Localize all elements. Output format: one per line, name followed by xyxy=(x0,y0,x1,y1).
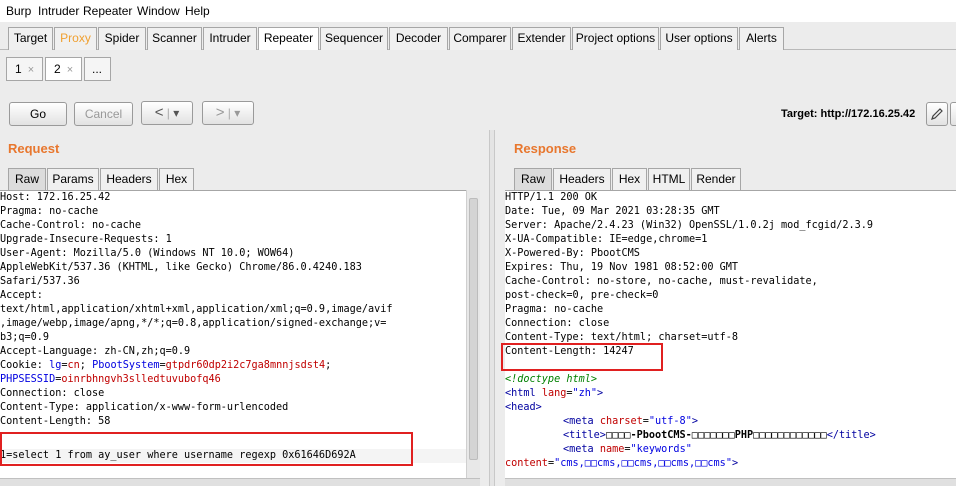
request-line: Connection: close xyxy=(0,388,105,399)
forward-button[interactable]: > | ▾ xyxy=(202,101,254,125)
meta-charset-line: <meta charset="utf-8"> xyxy=(563,416,698,427)
response-line: Connection: close xyxy=(505,318,610,329)
tab-project-options[interactable]: Project options xyxy=(572,27,659,50)
request-panel: Request Raw Params Headers Hex Host: 172… xyxy=(0,130,489,486)
response-line: Pragma: no-cache xyxy=(505,304,604,315)
menu-burp[interactable]: Burp xyxy=(6,4,31,18)
request-line: AppleWebKit/537.36 (KHTML, like Gecko) C… xyxy=(0,262,362,273)
response-line: X-UA-Compatible: IE=edge,chrome=1 xyxy=(505,234,708,245)
tab-spider[interactable]: Spider xyxy=(98,27,146,50)
repeater-tab-bar: 1 × 2 × ... xyxy=(0,50,956,82)
tab-comparer[interactable]: Comparer xyxy=(449,27,511,50)
request-line: User-Agent: Mozilla/5.0 (Windows NT 10.0… xyxy=(0,248,295,259)
response-line: Cache-Control: no-store, no-cache, must-… xyxy=(505,276,818,287)
menu-window[interactable]: Window xyxy=(137,4,180,18)
response-tab-raw[interactable]: Raw xyxy=(514,168,552,190)
request-line: Content-Type: application/x-www-form-url… xyxy=(0,402,289,413)
main-tab-bar: Target Proxy Spider Scanner Intruder Rep… xyxy=(0,22,956,51)
cookie-line-continued: PHPSESSID=oinrbhngvh3slledtuvubofq46 xyxy=(0,374,221,385)
repeater-tab-label: 2 xyxy=(54,62,61,76)
tab-user-options[interactable]: User options xyxy=(660,27,738,50)
new-tab-button[interactable]: ... xyxy=(84,57,111,81)
request-tab-params[interactable]: Params xyxy=(47,168,99,190)
go-button[interactable]: Go xyxy=(9,102,67,126)
request-line: Host: 172.16.25.42 xyxy=(0,192,111,203)
request-line: text/html,application/xhtml+xml,applicat… xyxy=(0,304,393,315)
close-icon[interactable]: × xyxy=(28,64,34,76)
meta-content-line: content="cms,□□cms,□□cms,□□cms,□□cms"> xyxy=(505,458,739,469)
request-line: Accept-Language: zh-CN,zh;q=0.9 xyxy=(0,346,191,357)
request-line: Accept: xyxy=(0,290,43,301)
request-search-bar xyxy=(0,478,480,486)
response-line: X-Powered-By: PbootCMS xyxy=(505,248,640,259)
tab-scanner[interactable]: Scanner xyxy=(147,27,202,50)
cancel-button[interactable]: Cancel xyxy=(74,102,133,126)
response-tab-headers[interactable]: Headers xyxy=(553,168,611,190)
request-tab-headers[interactable]: Headers xyxy=(100,168,158,190)
response-line: post-check=0, pre-check=0 xyxy=(505,290,659,301)
chevron-right-icon: > xyxy=(215,104,225,121)
highlight-box xyxy=(501,343,663,371)
repeater-toolbar: Go Cancel < | ▾ > | ▾ Target: http://172… xyxy=(0,82,956,130)
edit-target-button[interactable] xyxy=(926,102,948,126)
tab-proxy[interactable]: Proxy xyxy=(54,27,97,50)
head-tag-line: <head> xyxy=(505,402,542,413)
doctype-line: <!doctype html> xyxy=(505,374,598,385)
request-scrollbar[interactable] xyxy=(466,190,480,478)
target-label: Target: http://172.16.25.42 xyxy=(781,108,916,120)
chevron-down-icon[interactable]: ▾ xyxy=(173,106,179,120)
request-line: Cache-Control: no-cache xyxy=(0,220,142,231)
pencil-icon xyxy=(931,108,943,120)
cookie-line: Cookie: lg=cn; PbootSystem=gtpdr60dp2i2c… xyxy=(0,360,332,371)
request-line: Upgrade-Insecure-Requests: 1 xyxy=(0,234,172,245)
response-title: Response xyxy=(514,141,577,156)
scroll-thumb[interactable] xyxy=(469,198,478,460)
request-line: Content-Length: 58 xyxy=(0,416,111,427)
html-tag-line: <html lang="zh"> xyxy=(505,388,604,399)
response-tab-hex[interactable]: Hex xyxy=(612,168,647,190)
repeater-tab-2[interactable]: 2 × xyxy=(45,57,82,81)
tab-repeater[interactable]: Repeater xyxy=(258,27,319,51)
response-search-bar xyxy=(505,478,956,486)
request-tab-hex[interactable]: Hex xyxy=(159,168,194,190)
repeater-tab-1[interactable]: 1 × xyxy=(6,57,43,81)
request-tab-raw[interactable]: Raw xyxy=(8,168,46,190)
request-line: Pragma: no-cache xyxy=(0,206,99,217)
response-panel: Response Raw Headers Hex HTML Render HTT… xyxy=(495,130,956,486)
tab-intruder[interactable]: Intruder xyxy=(203,27,257,50)
help-button[interactable] xyxy=(950,102,956,126)
title-line: <title>□□□□-PbootCMS-□□□□□□□PHP□□□□□□□□□… xyxy=(563,430,876,441)
tab-sequencer[interactable]: Sequencer xyxy=(320,27,388,50)
response-editor[interactable]: HTTP/1.1 200 OK Date: Tue, 09 Mar 2021 0… xyxy=(505,190,956,478)
response-line: Expires: Thu, 19 Nov 1981 08:52:00 GMT xyxy=(505,262,739,273)
highlight-box xyxy=(0,432,413,466)
close-icon[interactable]: × xyxy=(67,64,73,76)
chevron-down-icon[interactable]: ▾ xyxy=(234,106,240,120)
tab-alerts[interactable]: Alerts xyxy=(739,27,784,50)
response-line: Date: Tue, 09 Mar 2021 03:28:35 GMT xyxy=(505,206,720,217)
repeater-tab-label: 1 xyxy=(15,62,22,76)
chevron-left-icon: < xyxy=(154,104,164,121)
request-line: ,image/webp,image/apng,*/*;q=0.8,applica… xyxy=(0,318,387,329)
response-tab-html[interactable]: HTML xyxy=(648,168,690,190)
meta-keywords-line: <meta name="keywords" xyxy=(563,444,692,455)
response-tab-render[interactable]: Render xyxy=(691,168,741,190)
menu-help[interactable]: Help xyxy=(185,4,210,18)
tab-decoder[interactable]: Decoder xyxy=(389,27,448,50)
menu-intruder[interactable]: Intruder xyxy=(38,4,79,18)
response-line: HTTP/1.1 200 OK xyxy=(505,192,598,203)
back-button[interactable]: < | ▾ xyxy=(141,101,193,125)
response-line: Server: Apache/2.4.23 (Win32) OpenSSL/1.… xyxy=(505,220,874,231)
request-title: Request xyxy=(8,141,60,156)
request-line: Safari/537.36 xyxy=(0,276,80,287)
menu-bar: Burp Intruder Repeater Window Help xyxy=(0,0,956,22)
menu-repeater[interactable]: Repeater xyxy=(83,4,132,18)
tab-target[interactable]: Target xyxy=(8,27,53,50)
request-line: b3;q=0.9 xyxy=(0,332,50,343)
tab-extender[interactable]: Extender xyxy=(512,27,571,50)
